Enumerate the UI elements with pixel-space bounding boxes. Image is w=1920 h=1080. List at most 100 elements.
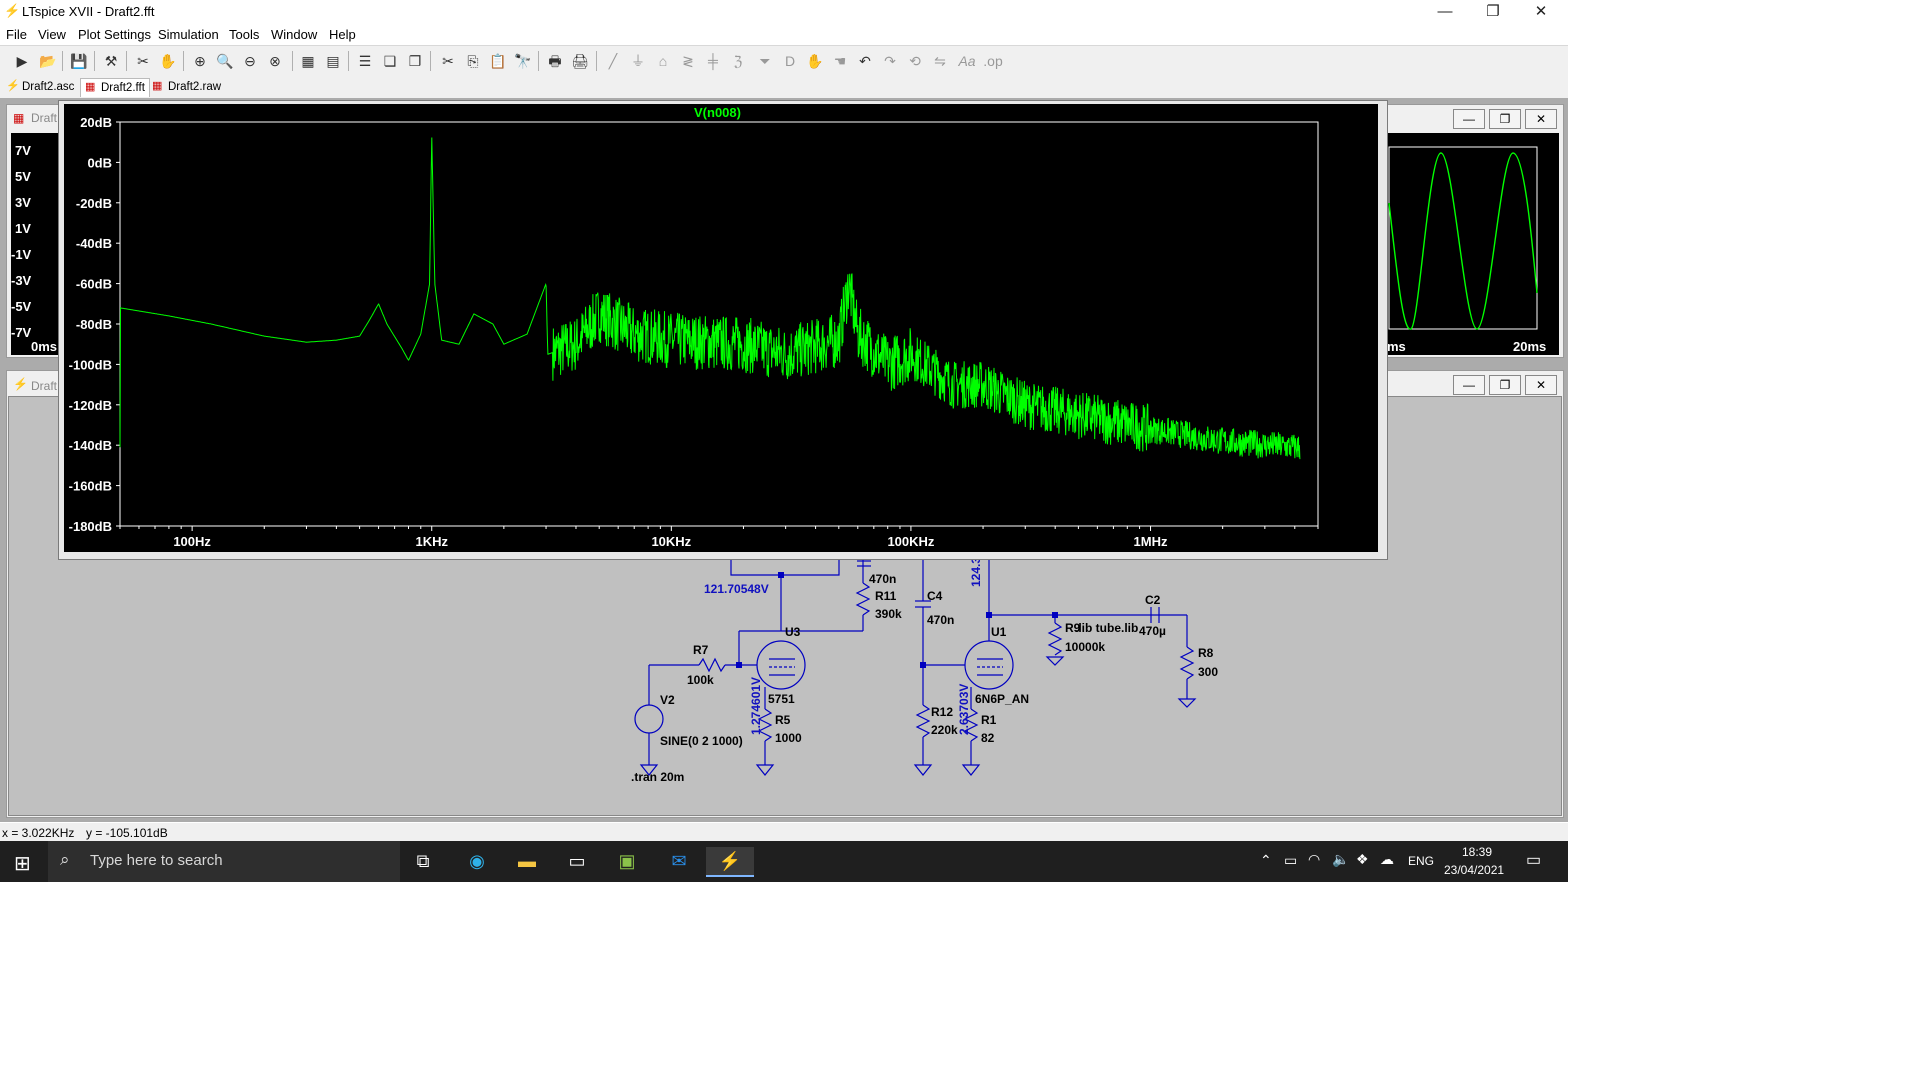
restore-button[interactable]: ❐ xyxy=(1489,109,1521,129)
menu-simulation[interactable]: Simulation xyxy=(158,27,219,42)
print-icon[interactable]: 🖶 xyxy=(545,51,565,71)
dropbox-icon[interactable]: ❖ xyxy=(1356,851,1369,868)
fft-chart: 20dB 0dB -20dB -40dB -60dB -80dB -100dB -120dB -… xyxy=(69,115,1319,549)
language-indicator[interactable]: ENG xyxy=(1408,854,1434,868)
onedrive-icon[interactable]: ☁ xyxy=(1380,851,1394,868)
menu-file[interactable]: File xyxy=(6,27,27,42)
volume-icon[interactable]: 🔈 xyxy=(1332,851,1349,868)
open-icon[interactable]: 📂 xyxy=(38,51,58,71)
clock-time[interactable]: 18:39 xyxy=(1462,845,1492,859)
window-title: Draft xyxy=(31,379,58,393)
capacitor-value: 470µ xyxy=(1139,624,1166,638)
move-icon[interactable]: ✋ xyxy=(805,51,825,71)
status-bar: x = 3.022KHz y = -105.101dB xyxy=(0,823,1568,841)
zoom-in-icon[interactable]: ⊕ xyxy=(190,51,210,71)
app-logo-icon: ⚡ xyxy=(4,3,21,18)
diode-icon[interactable]: ⏷ xyxy=(755,51,775,71)
right-waveform-plot[interactable]: ms 20ms xyxy=(1385,133,1559,355)
run-icon[interactable]: ✂ xyxy=(133,51,153,71)
tab-label: Draft2.asc xyxy=(22,81,75,93)
toolbar-separator xyxy=(538,51,539,71)
drag-icon[interactable]: ☚ xyxy=(830,51,850,71)
wire-icon[interactable]: ╱ xyxy=(603,51,623,71)
title-bar: ⚡ LTspice XVII - Draft2.fft — ❐ ✕ xyxy=(0,0,1568,24)
cascade-icon[interactable]: ❏ xyxy=(380,51,400,71)
tile-vertical-icon[interactable]: ❐ xyxy=(405,51,425,71)
save-icon[interactable]: 💾 xyxy=(69,51,89,71)
tile-horizontal-icon[interactable]: ☰ xyxy=(355,51,375,71)
close-button[interactable]: ✕ xyxy=(1525,109,1557,129)
y-tick-label: -120dB xyxy=(69,398,112,413)
menu-view[interactable]: View xyxy=(38,27,66,42)
show-hidden-icons-icon[interactable]: ⌃ xyxy=(1260,852,1272,869)
ground-icon[interactable]: ⏚ xyxy=(628,51,648,71)
terminal-icon[interactable]: ▭ xyxy=(562,847,592,875)
y-tick-label: -60dB xyxy=(76,277,112,292)
spice-directive-icon[interactable]: .op xyxy=(983,51,1003,71)
y-tick-label: -180dB xyxy=(69,519,112,534)
halt-icon[interactable]: ✋ xyxy=(158,51,178,71)
capacitor-icon[interactable]: ╪ xyxy=(703,51,723,71)
taskbar-search[interactable]: ⌕ Type here to search xyxy=(48,841,400,882)
copy-icon[interactable]: ⎘ xyxy=(463,51,483,71)
restore-button[interactable]: ❐ xyxy=(1489,375,1521,395)
battery-icon[interactable]: ▭ xyxy=(1284,852,1297,869)
y-tick-label: 20dB xyxy=(80,115,112,130)
redo-icon[interactable]: ↷ xyxy=(880,51,900,71)
restore-button[interactable]: ❐ xyxy=(1470,0,1516,24)
cut-icon[interactable]: ✂ xyxy=(438,51,458,71)
capacitor-value: 470n xyxy=(927,613,955,627)
zoom-fit-icon[interactable]: ⊗ xyxy=(265,51,285,71)
minimize-button[interactable]: — xyxy=(1453,109,1485,129)
label-icon[interactable]: ⌂ xyxy=(653,51,673,71)
resistor-value: 82 xyxy=(981,731,995,745)
mail-icon[interactable]: ✉ xyxy=(664,847,694,875)
paste-icon[interactable]: 📋 xyxy=(488,51,508,71)
find-icon[interactable]: 🔭 xyxy=(513,51,533,71)
ltspice-taskbar-icon[interactable]: ⚡ xyxy=(706,847,754,877)
fft-plot-pane[interactable]: V(n008) 20dB 0dB -20dB -40dB -60dB -80dB -100d… xyxy=(64,104,1378,552)
toolbar-separator xyxy=(596,51,597,71)
close-button[interactable]: ✕ xyxy=(1525,375,1557,395)
x-tick-label: 100Hz xyxy=(173,534,211,549)
clock-date[interactable]: 23/04/2021 xyxy=(1444,863,1504,877)
menu-tools[interactable]: Tools xyxy=(229,27,259,42)
toolbar-separator xyxy=(94,51,95,71)
tab-draft2-raw[interactable]: ▦ Draft2.raw xyxy=(148,78,225,96)
menu-plot-settings[interactable]: Plot Settings xyxy=(78,27,151,42)
task-view-icon[interactable]: ⧉ xyxy=(408,847,438,875)
print-preview-icon[interactable]: 🖨 xyxy=(570,51,590,71)
tab-draft2-fft[interactable]: ▦ Draft2.fft xyxy=(80,78,150,97)
new-schematic-icon[interactable]: ▶ xyxy=(12,51,32,71)
inductor-icon[interactable]: ℨ xyxy=(728,51,748,71)
tab-draft2-asc[interactable]: ⚡ Draft2.asc xyxy=(2,78,78,96)
pan-icon[interactable]: 🔍 xyxy=(215,51,235,71)
photo-app-icon[interactable]: ▣ xyxy=(612,847,642,875)
menu-window[interactable]: Window xyxy=(271,27,317,42)
undo-icon[interactable]: ↶ xyxy=(855,51,875,71)
text-icon[interactable]: Aa xyxy=(957,51,977,71)
notifications-icon[interactable]: ▭ xyxy=(1526,850,1541,870)
capacitor-name: C4 xyxy=(927,589,943,603)
left-waveform-plot[interactable]: 7V 5V 3V 1V -1V -3V -5V -7V 0ms xyxy=(11,133,61,355)
windows-start-icon[interactable]: ⊞ xyxy=(14,851,31,876)
component-icon[interactable]: D xyxy=(780,51,800,71)
file-explorer-icon[interactable]: ▬ xyxy=(512,847,542,875)
resistor-icon[interactable]: ≷ xyxy=(678,51,698,71)
edge-icon[interactable]: ◉ xyxy=(462,847,492,875)
node-voltage: 1.274601V xyxy=(749,676,763,735)
menu-help[interactable]: Help xyxy=(329,27,356,42)
control-panel-icon[interactable]: ⚒ xyxy=(101,51,121,71)
close-button[interactable]: ✕ xyxy=(1518,0,1564,24)
mirror-icon[interactable]: ⇋ xyxy=(930,51,950,71)
x-tick-label: ms xyxy=(1387,339,1406,354)
y-tick-label: 1V xyxy=(15,221,31,236)
manual-range-icon[interactable]: ▤ xyxy=(323,51,343,71)
tab-label: Draft2.fft xyxy=(101,82,145,94)
minimize-button[interactable]: — xyxy=(1422,0,1468,24)
wifi-icon[interactable]: ◠ xyxy=(1308,851,1320,868)
minimize-button[interactable]: — xyxy=(1453,375,1485,395)
rotate-icon[interactable]: ⟲ xyxy=(905,51,925,71)
autorange-icon[interactable]: ▦ xyxy=(298,51,318,71)
zoom-out-icon[interactable]: ⊖ xyxy=(240,51,260,71)
